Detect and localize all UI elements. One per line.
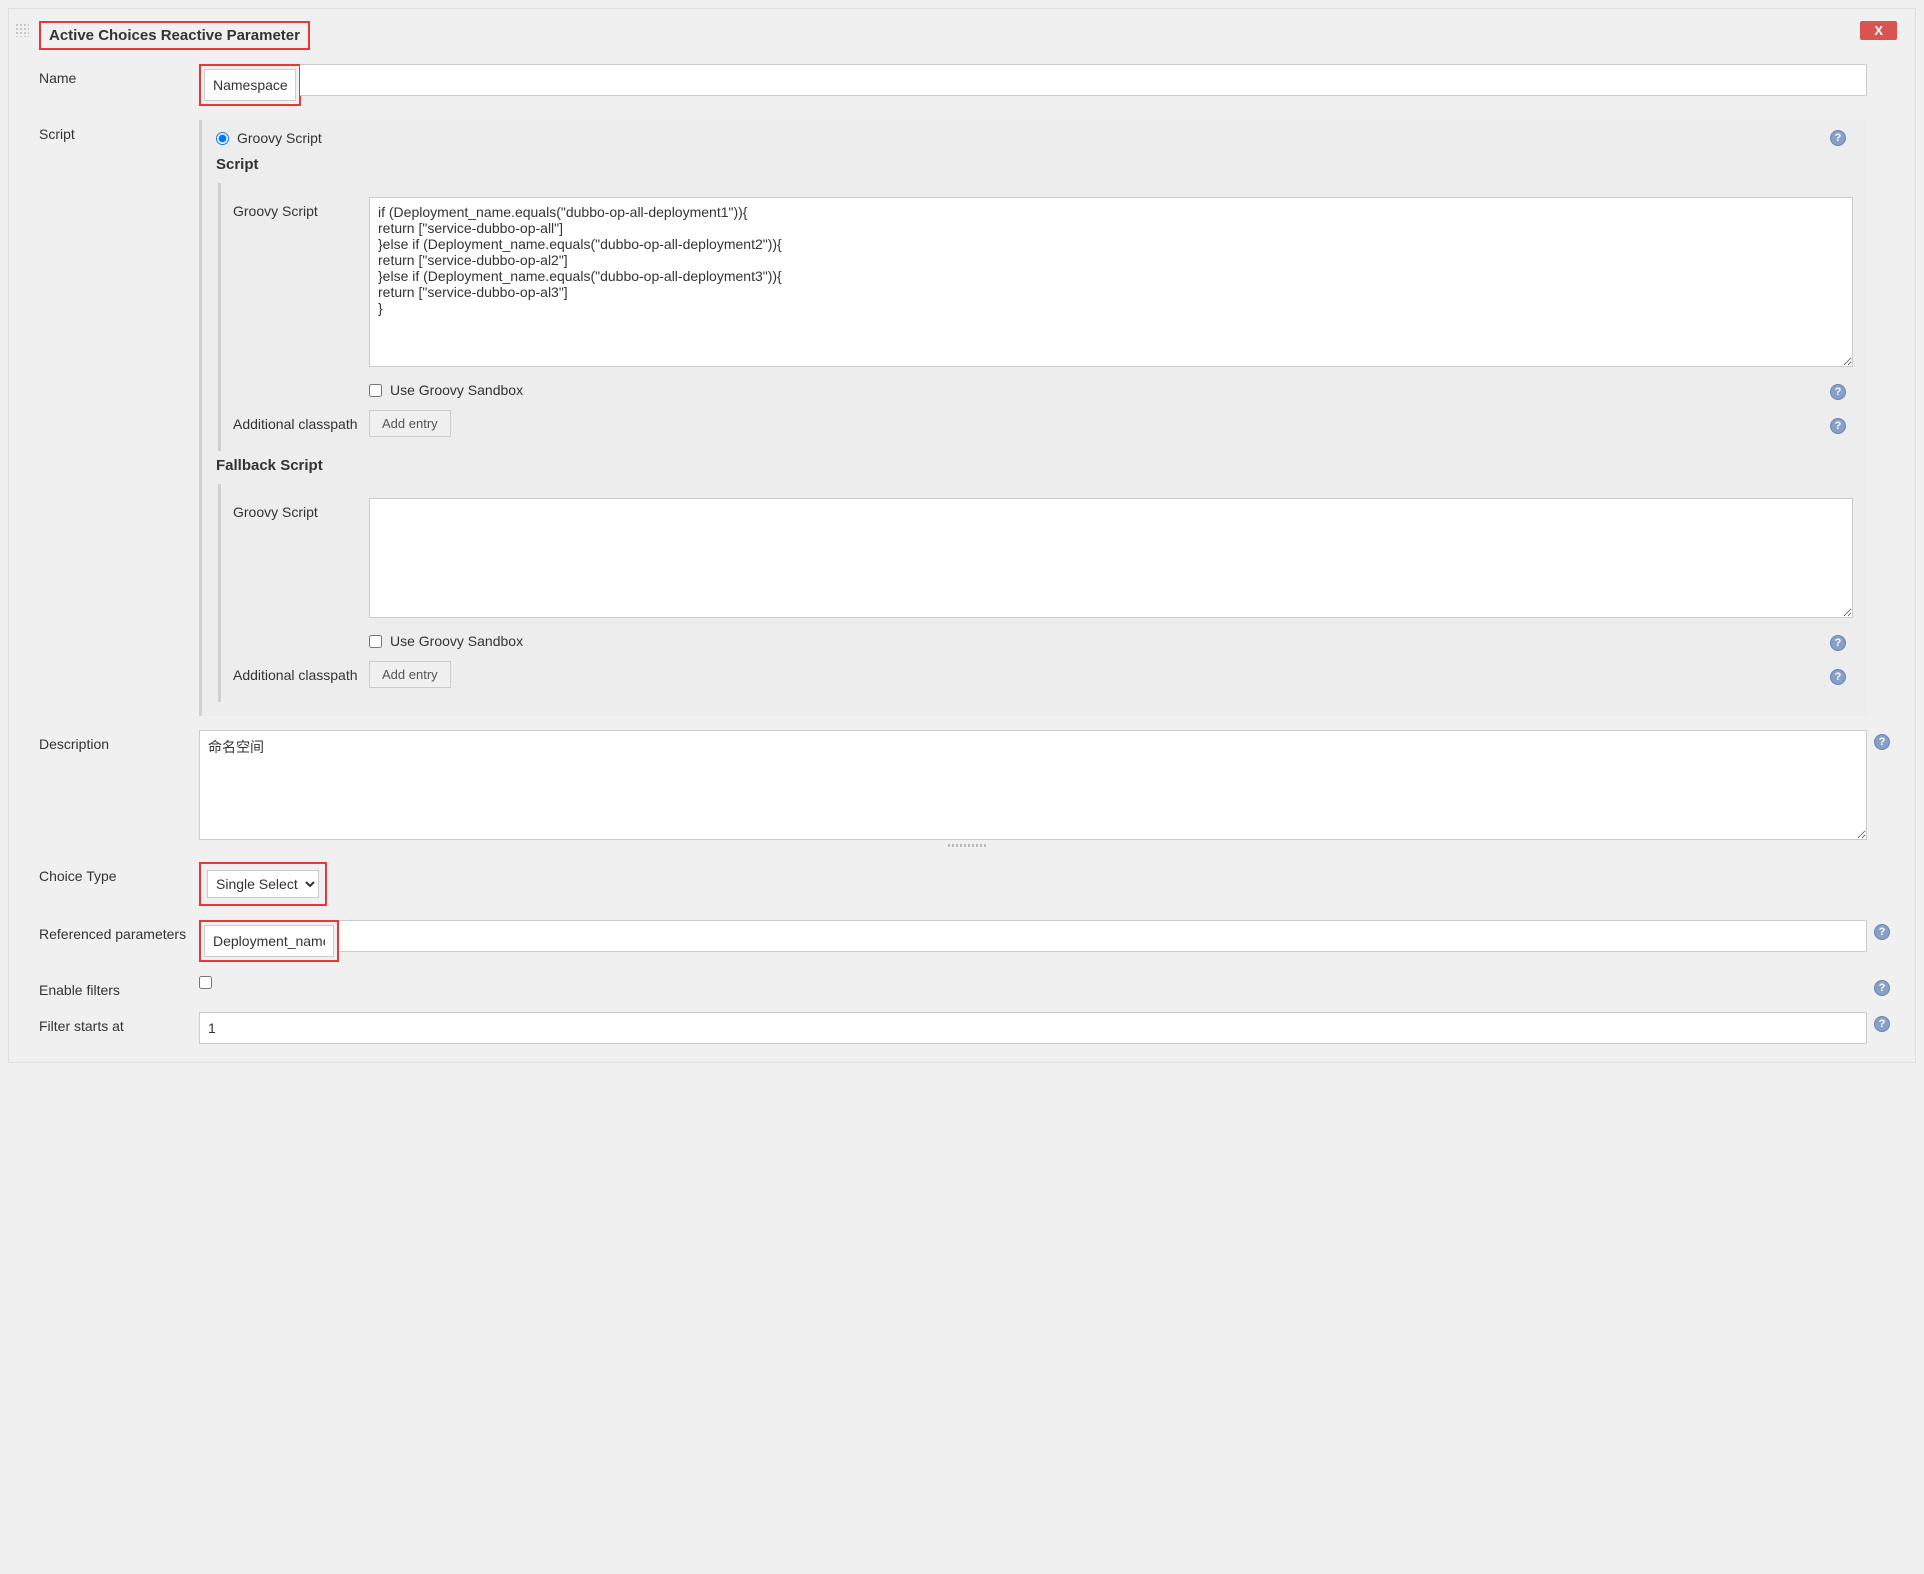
- choice-type-label: Choice Type: [39, 862, 199, 884]
- resize-grip-icon[interactable]: [39, 842, 1897, 848]
- filter-starts-input[interactable]: [199, 1012, 1867, 1044]
- choice-type-select[interactable]: Single Select: [207, 870, 319, 898]
- help-icon[interactable]: ?: [1874, 924, 1890, 940]
- drag-handle-icon[interactable]: [15, 23, 29, 37]
- add-entry-button[interactable]: Add entry: [369, 410, 451, 437]
- classpath-label: Additional classpath: [233, 410, 369, 432]
- ref-params-input-ext[interactable]: [337, 920, 1867, 952]
- script-label: Script: [39, 120, 199, 142]
- help-icon[interactable]: ?: [1874, 980, 1890, 996]
- help-icon[interactable]: ?: [1830, 384, 1846, 400]
- use-sandbox-checkbox[interactable]: [369, 384, 382, 397]
- filter-starts-label: Filter starts at: [39, 1012, 199, 1034]
- fallback-add-entry-button[interactable]: Add entry: [369, 661, 451, 688]
- fallback-sandbox-checkbox[interactable]: [369, 635, 382, 648]
- fallback-groovy-label: Groovy Script: [233, 498, 369, 520]
- description-textarea[interactable]: 命名空间: [199, 730, 1867, 840]
- name-label: Name: [39, 64, 199, 86]
- help-icon[interactable]: ?: [1874, 734, 1890, 750]
- parameter-config-panel: Active Choices Reactive Parameter X Name…: [8, 8, 1916, 1063]
- enable-filters-label: Enable filters: [39, 976, 199, 998]
- name-input[interactable]: [204, 69, 296, 101]
- script-heading: Script: [216, 156, 1853, 173]
- name-input-ext[interactable]: [300, 64, 1867, 96]
- help-icon[interactable]: ?: [1830, 418, 1846, 434]
- ref-params-input[interactable]: [204, 925, 334, 957]
- section-title: Active Choices Reactive Parameter: [39, 21, 310, 50]
- help-icon[interactable]: ?: [1830, 635, 1846, 651]
- enable-filters-checkbox[interactable]: [199, 976, 212, 989]
- close-button[interactable]: X: [1860, 21, 1897, 40]
- ref-params-label: Referenced parameters: [39, 920, 199, 942]
- groovy-script-textarea[interactable]: if (Deployment_name.equals("dubbo-op-all…: [369, 197, 1853, 367]
- help-icon[interactable]: ?: [1830, 669, 1846, 685]
- fallback-classpath-label: Additional classpath: [233, 661, 369, 683]
- groovy-script-sublabel: Groovy Script: [233, 197, 369, 219]
- fallback-sandbox-label: Use Groovy Sandbox: [390, 633, 523, 649]
- description-label: Description: [39, 730, 199, 752]
- fallback-script-textarea[interactable]: [369, 498, 1853, 618]
- groovy-script-radio-label: Groovy Script: [237, 130, 322, 146]
- help-icon[interactable]: ?: [1830, 130, 1846, 146]
- fallback-script-heading: Fallback Script: [216, 457, 1853, 474]
- help-icon[interactable]: ?: [1874, 1016, 1890, 1032]
- groovy-script-radio[interactable]: [216, 132, 229, 145]
- use-sandbox-label: Use Groovy Sandbox: [390, 382, 523, 398]
